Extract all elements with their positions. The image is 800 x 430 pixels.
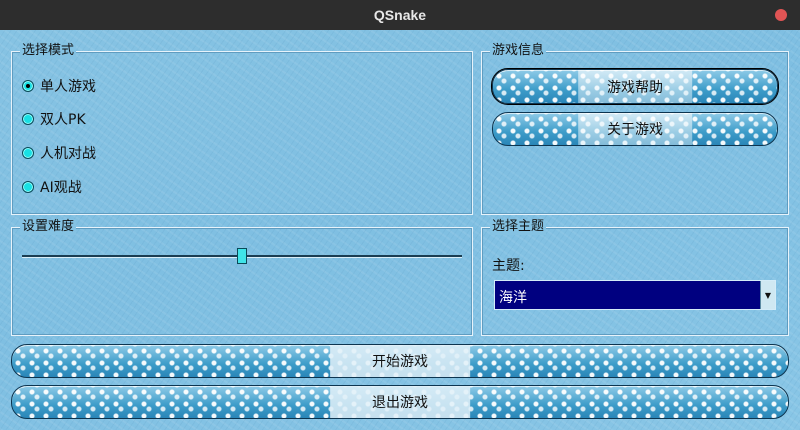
- radio-label: 人机对战: [40, 146, 96, 162]
- radio-single-player[interactable]: 单人游戏: [22, 76, 96, 96]
- difficulty-group-title: 设置难度: [20, 219, 77, 235]
- app-window: QSnake 选择模式 单人游戏 双人PK 人机对战 AI观战 游戏信息 游戏帮…: [0, 0, 800, 430]
- theme-label: 主题:: [492, 258, 525, 274]
- theme-group-title: 选择主题: [490, 219, 547, 235]
- radio-icon: [22, 181, 34, 193]
- theme-select-value: 海洋: [499, 290, 527, 306]
- about-button-label: 关于游戏: [607, 122, 663, 138]
- difficulty-group: 设置难度: [11, 219, 473, 336]
- radio-icon: [22, 147, 34, 159]
- start-game-label: 开始游戏: [372, 354, 428, 370]
- radio-checked-icon: [22, 80, 34, 92]
- close-icon[interactable]: [775, 9, 787, 21]
- start-game-button[interactable]: 开始游戏: [11, 344, 789, 378]
- help-button-label: 游戏帮助: [607, 79, 663, 96]
- help-button[interactable]: 游戏帮助: [491, 68, 779, 105]
- title-bar[interactable]: QSnake: [0, 0, 800, 30]
- info-group: 游戏信息 游戏帮助 关于游戏: [481, 43, 789, 215]
- difficulty-slider-handle[interactable]: [237, 248, 247, 264]
- exit-game-label: 退出游戏: [372, 395, 428, 411]
- main-panel: 选择模式 单人游戏 双人PK 人机对战 AI观战 游戏信息 游戏帮助 关于游戏 …: [0, 30, 800, 430]
- theme-select[interactable]: 海洋 ▼: [494, 280, 776, 310]
- mode-group: 选择模式 单人游戏 双人PK 人机对战 AI观战: [11, 43, 473, 215]
- radio-label: 双人PK: [40, 112, 86, 128]
- window-title: QSnake: [373, 7, 427, 23]
- theme-group: 选择主题 主题: 海洋 ▼: [481, 219, 789, 336]
- mode-group-title: 选择模式: [20, 43, 77, 59]
- radio-label: 单人游戏: [40, 79, 96, 95]
- radio-two-player[interactable]: 双人PK: [22, 109, 86, 129]
- about-button[interactable]: 关于游戏: [492, 112, 778, 146]
- exit-game-button[interactable]: 退出游戏: [11, 385, 789, 419]
- info-group-title: 游戏信息: [490, 43, 547, 59]
- chevron-down-icon[interactable]: ▼: [760, 281, 775, 309]
- radio-icon: [22, 113, 34, 125]
- radio-label: AI观战: [40, 180, 82, 196]
- radio-vs-ai[interactable]: 人机对战: [22, 143, 96, 163]
- radio-ai-watch[interactable]: AI观战: [22, 177, 82, 197]
